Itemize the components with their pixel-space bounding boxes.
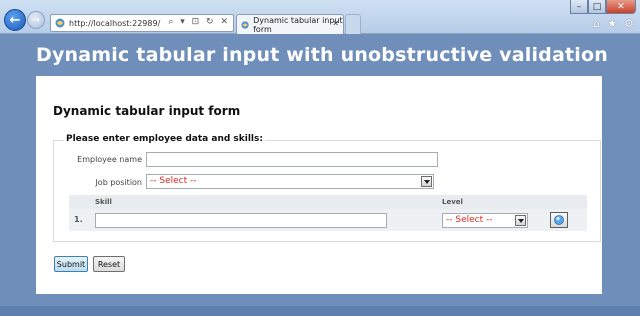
reset-button[interactable]: Reset (93, 256, 125, 272)
maximize-button[interactable]: □ (588, 0, 606, 14)
page-heading: Dynamic tabular input form (53, 104, 241, 118)
favorites-icon[interactable]: ★ (607, 17, 617, 30)
job-position-select[interactable]: -- Select -- (146, 174, 434, 189)
skill-column-header: Skill (95, 198, 112, 206)
level-select[interactable]: -- Select -- (442, 213, 528, 228)
skills-grid-header: Skill Level (69, 195, 587, 209)
level-column-header: Level (442, 198, 463, 206)
fieldset-legend: Please enter employee data and skills: (64, 134, 265, 144)
tab-close-icon[interactable]: ✕ (332, 19, 339, 28)
page-icon (55, 18, 65, 28)
main-content: Dynamic tabular input form Please enter … (36, 76, 602, 294)
chevron-down-icon[interactable] (515, 215, 526, 226)
minimize-button[interactable]: – (570, 0, 588, 14)
submit-button[interactable]: Submit (54, 256, 88, 272)
address-tools[interactable]: ⌕ ▾ ⊡ ↻ ✕ (168, 17, 230, 27)
employee-fieldset: Please enter employee data and skills: E… (53, 134, 601, 242)
browser-chrome: ← → http://localhost:22989/ ⌕ ▾ ⊡ ↻ ✕ Dy… (0, 0, 640, 34)
toolbar-icons: ⌂ ★ ⚙ (593, 17, 634, 30)
new-tab-button[interactable] (345, 14, 361, 34)
gear-icon[interactable]: ⚙ (624, 17, 634, 30)
skill-input[interactable] (95, 213, 387, 228)
address-url: http://localhost:22989/ (69, 18, 161, 28)
job-position-label: Job position (95, 178, 142, 187)
add-row-button[interactable] (550, 212, 568, 228)
home-icon[interactable]: ⌂ (593, 17, 600, 30)
page-footer-band (0, 306, 640, 316)
job-position-value: -- Select -- (150, 176, 197, 186)
back-button[interactable]: ← (4, 9, 26, 31)
site-header: Dynamic tabular input with unobstructive… (0, 34, 640, 76)
row-number: 1. (74, 215, 83, 224)
tab-dynamic-form[interactable]: Dynamic tabular input form ✕ (236, 14, 344, 34)
close-button[interactable]: ✕ (606, 0, 636, 14)
employee-name-label: Employee name (77, 155, 142, 164)
add-icon (554, 215, 564, 225)
site-title: Dynamic tabular input with unobstructive… (36, 44, 608, 66)
table-row: 1. -- Select -- (69, 209, 587, 231)
chevron-down-icon[interactable] (421, 176, 432, 187)
page-icon (241, 20, 249, 29)
tab-title: Dynamic tabular input form (253, 15, 343, 34)
level-value: -- Select -- (446, 215, 493, 225)
window-controls: – □ ✕ (570, 0, 636, 14)
address-bar[interactable]: http://localhost:22989/ ⌕ ▾ ⊡ ↻ ✕ (50, 14, 234, 32)
employee-name-field[interactable] (146, 152, 438, 167)
forward-button[interactable]: → (27, 11, 45, 29)
